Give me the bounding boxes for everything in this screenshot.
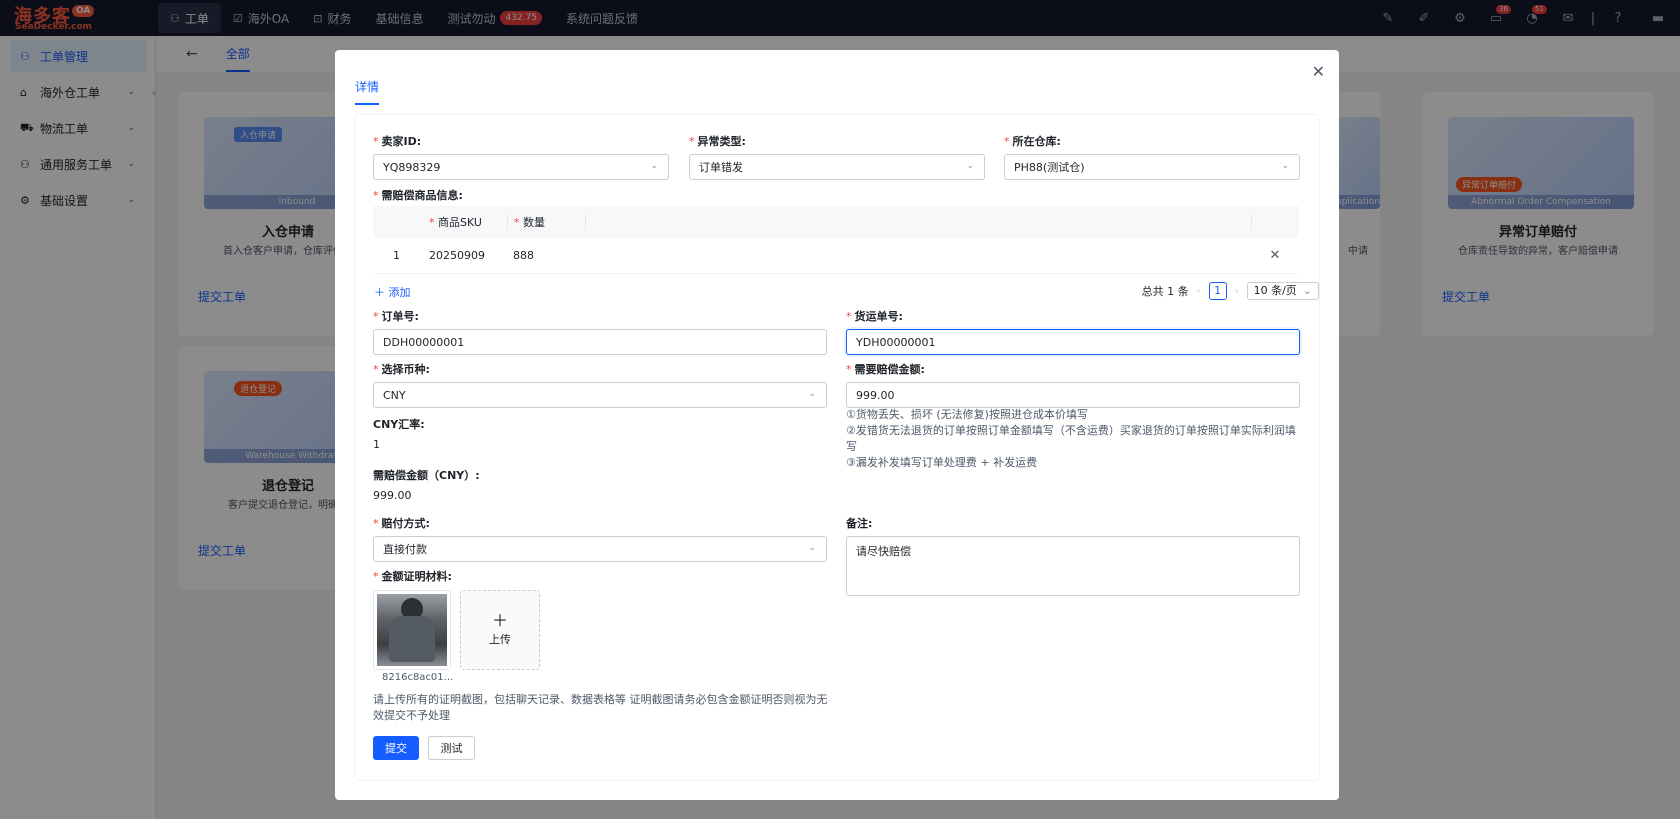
chevron-down-icon: ⌄ [1302,284,1312,297]
pagination-total: 总共 1 条 [1141,285,1189,298]
field-label: * 卖家ID: [373,135,422,148]
page-number[interactable]: 1 [1208,282,1227,300]
pagination: 总共 1 条 ‹ 1 › 10 条/页 ⌄ [1142,282,1319,300]
sku-input[interactable]: 20250909 [429,249,507,262]
column-header-qty: * 数量 [507,214,585,230]
tracking-no-field: * 货运单号: YDH00000001 [846,308,1300,355]
goods-info-label: * 需赔偿商品信息: [373,189,463,202]
seller-field: * 卖家ID: YQ898329 ⌄ [373,133,669,180]
column-header-sku: * 商品SKU [429,216,482,229]
hint-line: ②发错货无法退货的订单按照订单金额填写（不含运费）买家退货的订单按照订单实际利润… [846,424,1296,453]
tracking-no-input[interactable]: YDH00000001 [846,329,1300,355]
amount-cny-value: 999.00 [373,489,412,502]
prev-page-icon[interactable]: ‹ [1197,286,1201,297]
detail-modal: ✕ 详情 * 卖家ID: YQ898329 ⌄ * 异常类型: 订单错发 ⌄ * 所在仓库… [335,50,1339,800]
proof-field: * 金额证明材料: [373,568,452,586]
plus-icon: ＋ [374,286,385,299]
chevron-down-icon: ⌄ [1281,161,1289,171]
amount-cny-field: 需赔偿金额（CNY）: 999.00 [373,467,673,502]
order-no-field: * 订单号: DDH00000001 [373,308,827,355]
row-index: 1 [393,249,400,262]
currency-select[interactable]: CNY ⌄ [373,382,827,408]
remark-textarea[interactable]: 请尽快赔偿 [846,536,1300,596]
photo-thumbnail [377,594,447,666]
field-label: 备注: [846,517,873,530]
abnormal-type-select[interactable]: 订单错发 ⌄ [689,154,985,180]
test-button[interactable]: 测试 [428,736,475,760]
close-icon[interactable]: ✕ [1312,62,1325,81]
field-label: CNY汇率: [373,418,425,431]
field-label: * 金额证明材料: [373,570,452,583]
field-label: * 订单号: [373,310,419,323]
field-label: * 需要赔偿金额: [846,363,925,376]
uploaded-file-name: 8216c8ac01... [382,672,454,683]
field-label: * 货运单号: [846,310,903,323]
abnormal-type-field: * 异常类型: 订单错发 ⌄ [689,133,985,180]
chevron-down-icon: ⌄ [808,389,816,399]
tab-detail[interactable]: 详情 [355,78,380,105]
pay-method-select[interactable]: 直接付款 ⌄ [373,536,827,562]
hint-line: ③漏发补发填写订单处理费 + 补发运费 [846,456,1038,469]
field-label: 需赔偿金额（CNY）: [373,469,480,482]
warehouse-field: * 所在仓库: PH88(测试仓) ⌄ [1004,133,1300,180]
hint-line: ①货物丢失、损坏 (无法修复)按照进仓成本价填写 [846,408,1088,421]
order-no-input[interactable]: DDH00000001 [373,329,827,355]
next-page-icon[interactable]: › [1235,286,1239,297]
pay-method-field: * 赔付方式: 直接付款 ⌄ [373,515,827,562]
table-header: * 商品SKU * 数量 [373,206,1299,238]
chevron-down-icon: ⌄ [650,161,658,171]
rate-field: CNY汇率: 1 [373,416,673,451]
proof-hint: 请上传所有的证明截图，包括聊天记录、数据表格等 证明截图请务必包含金额证明否则视… [373,693,828,722]
chevron-down-icon: ⌄ [808,543,816,553]
field-label: * 所在仓库: [1004,135,1061,148]
plus-icon: ＋ [491,611,508,630]
qty-input[interactable]: 888 [507,249,585,262]
field-label: * 赔付方式: [373,517,430,530]
sku-table: * 商品SKU * 数量 1 20250909 888 ✕ [373,206,1299,274]
amount-input[interactable]: 999.00 [846,382,1300,408]
upload-button[interactable]: ＋ 上传 [460,590,540,670]
uploaded-image[interactable] [373,590,451,670]
add-row-button[interactable]: ＋ 添加 [374,284,411,300]
table-row: 1 20250909 888 ✕ [373,238,1299,274]
amount-field: * 需要赔偿金额: 999.00 [846,361,1300,408]
field-label: * 异常类型: [689,135,746,148]
seller-select[interactable]: YQ898329 ⌄ [373,154,669,180]
warehouse-select[interactable]: PH88(测试仓) ⌄ [1004,154,1300,180]
remark-field: 备注: 请尽快赔偿 [846,515,1300,596]
currency-field: * 选择币种: CNY ⌄ [373,361,827,408]
rate-value: 1 [373,438,380,451]
submit-button[interactable]: 提交 [373,736,419,760]
delete-row-icon[interactable]: ✕ [1251,248,1299,263]
page-size-select[interactable]: 10 条/页 ⌄ [1246,282,1319,300]
amount-hints: ①货物丢失、损坏 (无法修复)按照进仓成本价填写 ②发错货无法退货的订单按照订单… [846,407,1300,471]
field-label: * 选择币种: [373,363,430,376]
chevron-down-icon: ⌄ [966,161,974,171]
